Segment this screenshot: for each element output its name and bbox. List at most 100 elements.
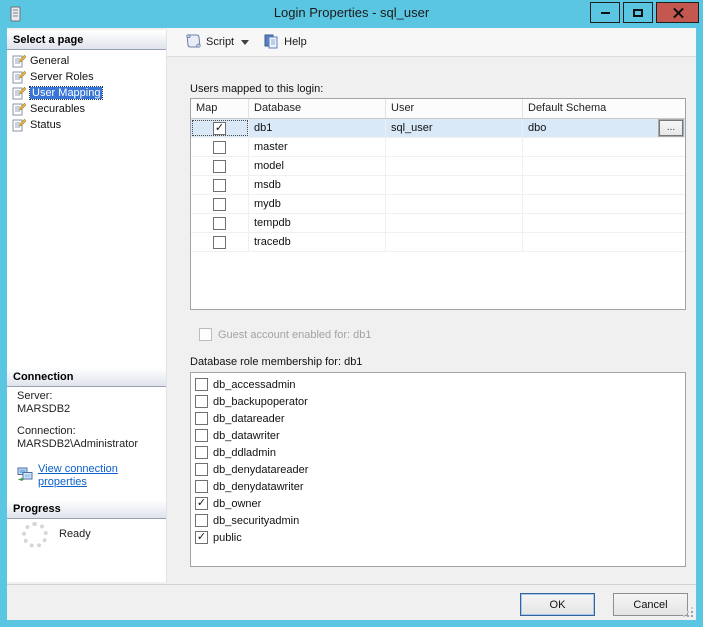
- role-label: db_backupoperator: [213, 395, 308, 408]
- cell-default-schema: dbo: [528, 122, 547, 134]
- ok-button[interactable]: OK: [520, 593, 595, 616]
- table-row[interactable]: master: [191, 138, 685, 157]
- role-label: db_datareader: [213, 412, 285, 425]
- role-list-item[interactable]: db_datawriter: [191, 427, 685, 444]
- footer-separator: [7, 584, 696, 585]
- progress-status: Ready: [59, 528, 91, 540]
- map-checkbox[interactable]: [213, 197, 226, 211]
- map-checkbox[interactable]: [213, 178, 226, 192]
- toolbar: Script Help: [167, 28, 696, 57]
- role-checkbox[interactable]: [195, 480, 208, 493]
- sidebar-page-item-label: Server Roles: [30, 71, 94, 83]
- role-label: db_denydatawriter: [213, 480, 304, 493]
- resize-grip[interactable]: [682, 606, 693, 617]
- users-table-body: ✓ db1 sql_user dbo ... master model msdb: [191, 119, 685, 252]
- cell-database: model: [249, 157, 386, 175]
- table-row[interactable]: ✓ db1 sql_user dbo ...: [191, 119, 685, 138]
- page-icon: [12, 102, 27, 116]
- cell-database: tracedb: [249, 233, 386, 251]
- maximize-button[interactable]: [623, 2, 653, 23]
- connection-info: Server: MARSDB2 Connection: MARSDB2\Admi…: [17, 390, 166, 489]
- map-checkbox[interactable]: [213, 140, 226, 154]
- chevron-down-icon[interactable]: [241, 39, 250, 45]
- role-checkbox[interactable]: ✓: [195, 497, 208, 510]
- table-row[interactable]: model: [191, 157, 685, 176]
- column-header[interactable]: Default Schema: [523, 99, 685, 118]
- column-header[interactable]: Map: [191, 99, 249, 118]
- role-label: db_securityadmin: [213, 514, 300, 527]
- map-checkbox[interactable]: [213, 216, 226, 230]
- connection-value: MARSDB2\Administrator: [17, 438, 139, 450]
- role-label: public: [213, 531, 242, 544]
- titlebar[interactable]: Login Properties - sql_user: [0, 0, 703, 28]
- map-checkbox[interactable]: [213, 235, 226, 249]
- page-icon: [12, 70, 27, 84]
- cell-user[interactable]: [386, 195, 523, 213]
- role-checkbox[interactable]: [195, 429, 208, 442]
- window-controls: [590, 2, 699, 23]
- view-connection-properties-link[interactable]: View connection properties: [38, 463, 166, 489]
- close-button[interactable]: [656, 2, 699, 23]
- connection-header: Connection: [7, 368, 166, 387]
- cell-database: db1: [249, 119, 386, 137]
- cell-user[interactable]: [386, 176, 523, 194]
- role-list-item[interactable]: db_accessadmin: [191, 376, 685, 393]
- column-header[interactable]: Database: [249, 99, 386, 118]
- roles-list: db_accessadmin db_backupoperator db_data…: [190, 372, 686, 567]
- role-checkbox[interactable]: [195, 378, 208, 391]
- cell-user[interactable]: [386, 233, 523, 251]
- connection-properties-icon: [17, 467, 33, 485]
- login-properties-dialog: Login Properties - sql_user Select a pag…: [0, 0, 703, 627]
- sidebar-page-item[interactable]: Server Roles: [9, 69, 164, 85]
- table-row[interactable]: tempdb: [191, 214, 685, 233]
- role-list-item[interactable]: ✓ public: [191, 529, 685, 546]
- table-row[interactable]: tracedb: [191, 233, 685, 252]
- sidebar-page-item[interactable]: Status: [9, 117, 164, 133]
- role-checkbox[interactable]: ✓: [195, 531, 208, 544]
- role-checkbox[interactable]: [195, 412, 208, 425]
- role-label: db_datawriter: [213, 429, 280, 442]
- role-list-item[interactable]: db_denydatareader: [191, 461, 685, 478]
- cell-user[interactable]: [386, 214, 523, 232]
- connection-label: Connection:: [17, 425, 76, 437]
- roles-caption: Database role membership for: db1: [190, 356, 363, 368]
- page-icon: [12, 86, 27, 100]
- maximize-icon: [633, 8, 643, 17]
- column-header[interactable]: User: [386, 99, 523, 118]
- cell-user[interactable]: [386, 157, 523, 175]
- role-checkbox[interactable]: [195, 514, 208, 527]
- minimize-icon: [601, 11, 610, 14]
- help-button[interactable]: Help: [259, 31, 311, 54]
- sidebar-page-item[interactable]: General: [9, 53, 164, 69]
- sidebar-page-item[interactable]: User Mapping: [9, 85, 164, 101]
- browse-button[interactable]: ...: [658, 119, 684, 137]
- role-list-item[interactable]: ✓ db_owner: [191, 495, 685, 512]
- users-mapped-table: Map Database User Default Schema ✓ db1 sql_…: [190, 98, 686, 310]
- cell-user[interactable]: sql_user: [386, 119, 523, 137]
- cancel-button[interactable]: Cancel: [613, 593, 688, 616]
- cell-database: tempdb: [249, 214, 386, 232]
- table-row[interactable]: msdb: [191, 176, 685, 195]
- role-label: db_ddladmin: [213, 446, 276, 459]
- role-list-item[interactable]: db_denydatawriter: [191, 478, 685, 495]
- role-list-item[interactable]: db_securityadmin: [191, 512, 685, 529]
- role-list-item[interactable]: db_backupoperator: [191, 393, 685, 410]
- script-button[interactable]: Script: [181, 31, 259, 54]
- table-row[interactable]: mydb: [191, 195, 685, 214]
- guest-account-row: Guest account enabled for: db1: [199, 328, 372, 341]
- role-checkbox[interactable]: [195, 463, 208, 476]
- role-list-item[interactable]: db_ddladmin: [191, 444, 685, 461]
- role-checkbox[interactable]: [195, 446, 208, 459]
- cell-user[interactable]: [386, 138, 523, 156]
- dialog-body: Select a page General Server Roles User …: [7, 28, 696, 620]
- help-button-label: Help: [284, 36, 307, 48]
- guest-account-label: Guest account enabled for: db1: [218, 328, 372, 341]
- map-checkbox[interactable]: [213, 159, 226, 173]
- sidebar-page-item[interactable]: Securables: [9, 101, 164, 117]
- users-mapped-caption: Users mapped to this login:: [190, 83, 324, 95]
- map-checkbox[interactable]: ✓: [213, 121, 226, 135]
- minimize-button[interactable]: [590, 2, 620, 23]
- page-icon: [12, 54, 27, 68]
- role-checkbox[interactable]: [195, 395, 208, 408]
- role-list-item[interactable]: db_datareader: [191, 410, 685, 427]
